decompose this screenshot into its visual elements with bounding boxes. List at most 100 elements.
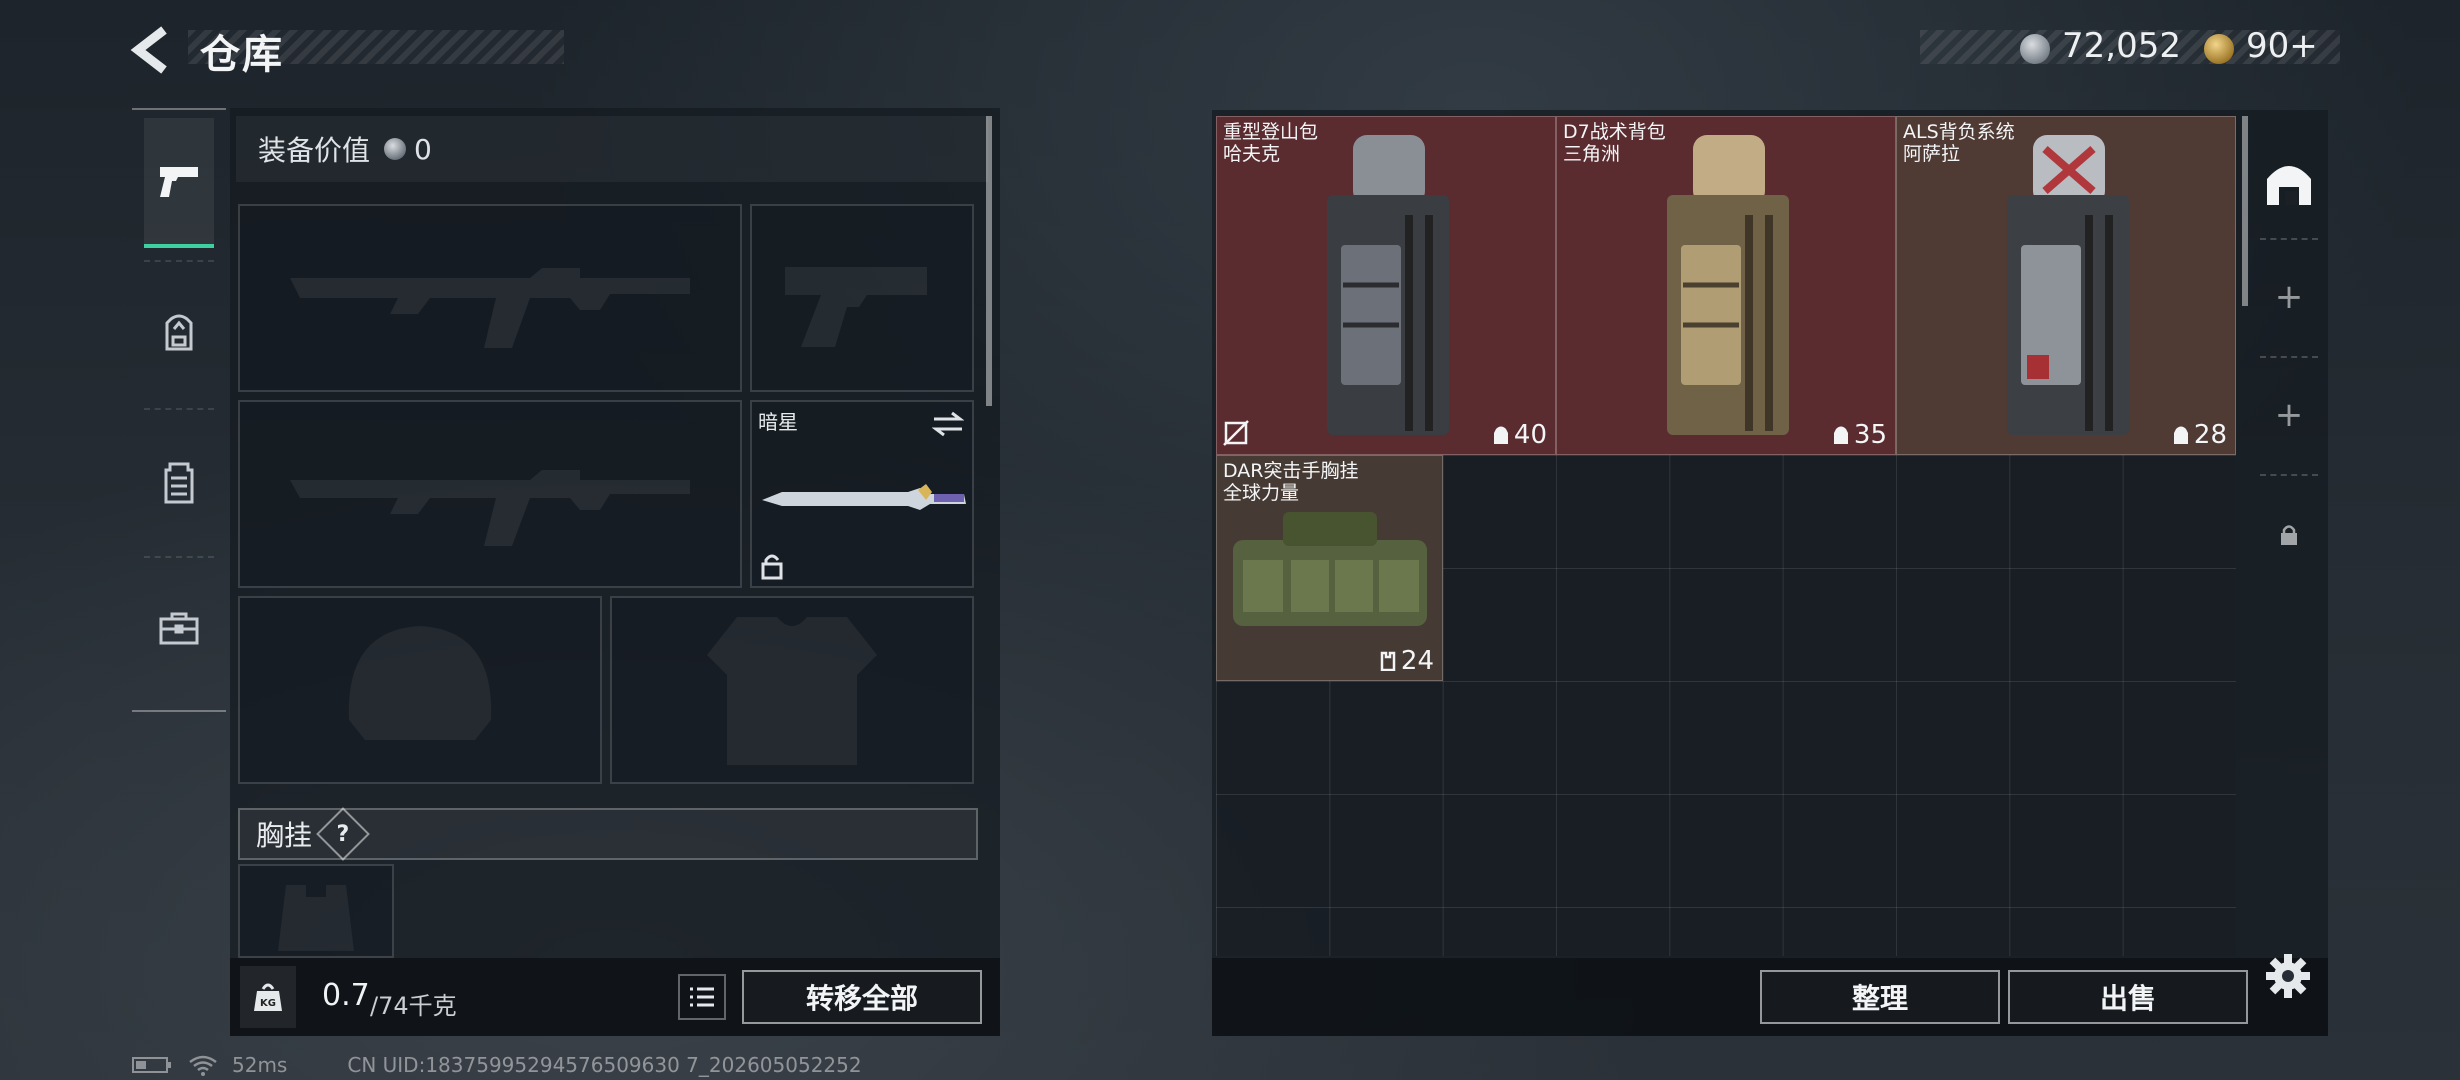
- item-name: DAR突击手胸挂: [1223, 460, 1359, 482]
- melee-slot[interactable]: 暗星: [750, 400, 974, 588]
- chest-rig-slot[interactable]: [238, 864, 394, 958]
- item-capacity: 35: [1832, 420, 1887, 450]
- sidebar-tab-toolbox[interactable]: [144, 564, 214, 694]
- helmet-slot[interactable]: [238, 596, 602, 784]
- lock-icon: [2281, 525, 2297, 545]
- sidebar-tab-vest[interactable]: [144, 418, 214, 548]
- svg-text:KG: KG: [260, 998, 276, 1009]
- list-icon: [690, 987, 714, 1007]
- item-name: 重型登山包: [1223, 121, 1319, 143]
- back-button[interactable]: [128, 22, 176, 78]
- sidebar-tab-backpack[interactable]: [144, 268, 214, 398]
- melee-name: 暗星: [758, 410, 798, 434]
- primary-weapon-slot[interactable]: [238, 204, 742, 392]
- rifle-silhouette-icon: [290, 268, 690, 348]
- toolbox-icon: [159, 612, 199, 645]
- item-capacity: 24: [1379, 646, 1434, 676]
- pistol-silhouette-icon: [785, 267, 927, 347]
- armor-silhouette-icon: [707, 617, 877, 765]
- storage-item[interactable]: ALS背负系统 阿萨拉 28: [1896, 116, 2236, 455]
- warehouse-icon: [2267, 166, 2311, 205]
- sidebar-top-line: [132, 108, 226, 110]
- item-brand: 三角洲: [1563, 143, 1621, 165]
- chest-rig-image: [1233, 512, 1427, 626]
- lock-icon: [761, 554, 783, 580]
- storage-tab-locked[interactable]: [2250, 480, 2328, 590]
- coin-icon: [2020, 34, 2050, 64]
- storage-grid[interactable]: 重型登山包 哈夫克 40 D7战术背包 三角洲 35 ALS背负系统 阿萨拉 2…: [1216, 116, 2236, 956]
- equipment-value-label: 装备价值: [258, 134, 371, 167]
- settings-button[interactable]: [2262, 950, 2314, 1002]
- transfer-all-button[interactable]: 转移全部: [742, 970, 982, 1024]
- secondary-weapon-slot[interactable]: [238, 400, 742, 588]
- page-title: 仓库: [200, 32, 284, 78]
- storage-panel: 重型登山包 哈夫克 40 D7战术背包 三角洲 35 ALS背负系统 阿萨拉 2…: [1212, 110, 2328, 1036]
- loadout-panel: 装备价值 0 暗星 胸挂 ? KG 0.7 /74千克 转移全部: [230, 108, 1000, 1036]
- storage-tab-home[interactable]: [2250, 128, 2328, 238]
- premium-currency-balance[interactable]: 90+: [2246, 26, 2318, 66]
- item-name: D7战术背包: [1563, 121, 1666, 143]
- currency-balance: 72,052: [2062, 26, 2181, 66]
- user-uid: CN UID:18375995294576509630 7_2026050522…: [347, 1053, 862, 1077]
- item-capacity: 40: [1492, 420, 1547, 450]
- back-arrow-icon: [130, 26, 167, 74]
- knife-icon: [762, 484, 966, 510]
- weight-icon: KG: [240, 966, 296, 1028]
- sidearm-slot[interactable]: [750, 204, 974, 392]
- help-button[interactable]: ?: [316, 807, 370, 861]
- tab-separator: [2260, 238, 2318, 240]
- chest-rig-label: 胸挂: [256, 819, 313, 852]
- list-view-button[interactable]: [678, 974, 726, 1020]
- item-brand: 哈夫克: [1223, 143, 1281, 165]
- tab-separator: [2260, 474, 2318, 476]
- status-bar: 52ms CN UID:18375995294576509630 7_20260…: [132, 1052, 862, 1078]
- gear-icon: [2266, 954, 2310, 998]
- premium-coin-icon: [2204, 34, 2234, 64]
- item-capacity: 28: [2172, 420, 2227, 450]
- pistol-icon: [160, 167, 198, 197]
- backpack-image: [1667, 135, 1789, 435]
- storage-footer: 整理 出售: [1212, 958, 2328, 1036]
- backpack-image: [2007, 135, 2129, 435]
- coin-icon: [384, 138, 407, 160]
- storage-item[interactable]: 重型登山包 哈夫克 40: [1216, 116, 1556, 455]
- sell-button[interactable]: 出售: [2008, 970, 2248, 1024]
- help-icon: ?: [336, 821, 350, 847]
- tab-separator: [2260, 356, 2318, 358]
- storage-item[interactable]: D7战术背包 三角洲 35: [1556, 116, 1896, 455]
- storage-tab-add-2[interactable]: +: [2250, 360, 2328, 470]
- vest-icon: [164, 462, 194, 504]
- storage-tab-add-1[interactable]: +: [2250, 242, 2328, 352]
- body-armor-slot[interactable]: [610, 596, 974, 784]
- equipment-value: 0: [414, 132, 432, 166]
- sidebar-separator: [144, 260, 214, 262]
- sidebar-tab-weapons[interactable]: [144, 118, 214, 248]
- organize-button[interactable]: 整理: [1760, 970, 2000, 1024]
- sidebar-bottom-line: [132, 710, 226, 712]
- current-weight: 0.7: [322, 978, 370, 1013]
- equipment-value-bar: 装备价值 0: [236, 116, 988, 182]
- backpack-image: [1327, 135, 1449, 435]
- chest-rig-capacity-icon: [1380, 651, 1396, 671]
- sidebar-separator: [144, 556, 214, 558]
- ping-value: 52ms: [232, 1053, 288, 1077]
- wifi-icon: [189, 1055, 217, 1076]
- sidebar-separator: [144, 408, 214, 410]
- storage-tabs: + +: [2250, 118, 2328, 606]
- loadout-footer: KG 0.7 /74千克 转移全部: [230, 958, 1000, 1036]
- chest-rig-section-header: 胸挂 ?: [238, 807, 978, 861]
- swap-icon[interactable]: [932, 410, 964, 438]
- item-brand: 阿萨拉: [1903, 143, 1961, 165]
- rifle-silhouette-icon: [290, 470, 690, 546]
- helmet-silhouette-icon: [348, 626, 492, 740]
- backpack-capacity-icon: [1493, 426, 1508, 444]
- category-sidebar: [132, 108, 226, 713]
- item-brand: 全球力量: [1223, 482, 1300, 504]
- backpack-capacity-icon: [2173, 426, 2188, 444]
- backpack-icon: [165, 314, 193, 351]
- battery-icon: [132, 1057, 171, 1073]
- storage-scrollbar[interactable]: [2242, 116, 2248, 306]
- loadout-scrollbar[interactable]: [986, 116, 992, 406]
- max-weight: /74千克: [370, 992, 457, 1020]
- storage-item[interactable]: DAR突击手胸挂 全球力量 24: [1216, 455, 1443, 681]
